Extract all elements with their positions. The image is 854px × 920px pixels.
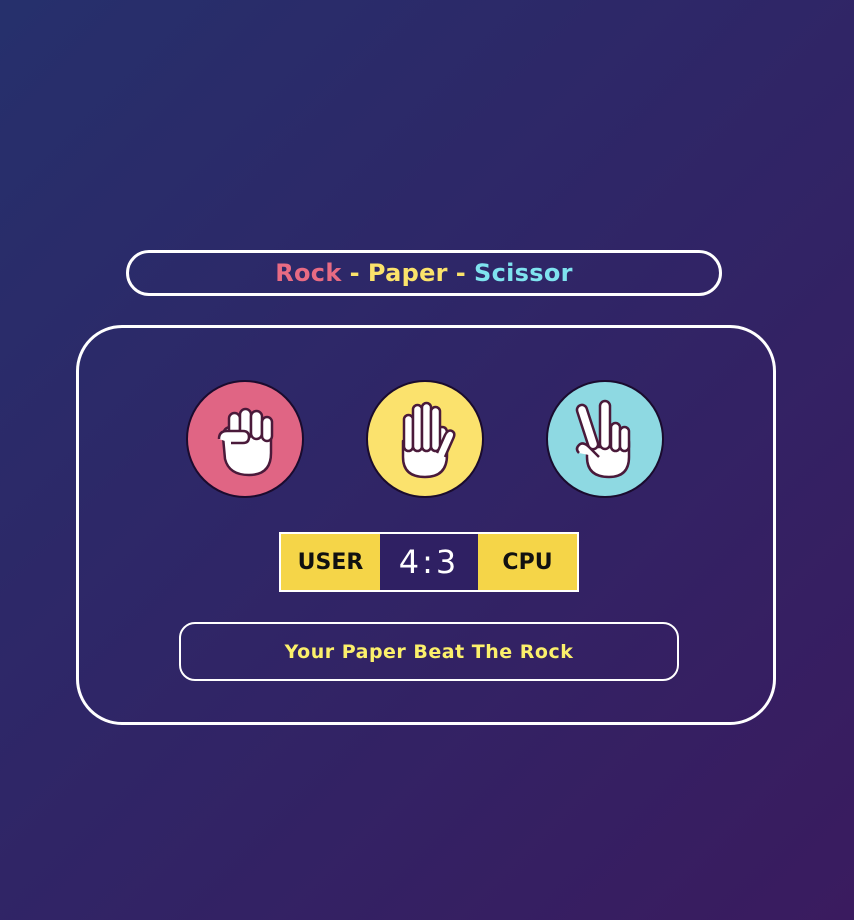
peace-hand-icon xyxy=(575,399,631,479)
paper-button[interactable] xyxy=(366,380,484,498)
open-hand-icon xyxy=(401,401,456,479)
fist-icon xyxy=(217,407,274,477)
title-paper: Paper xyxy=(367,259,448,287)
user-label: USER xyxy=(281,534,380,590)
game-title: Rock - Paper - Scissor xyxy=(126,250,722,296)
scissor-button[interactable] xyxy=(546,380,664,498)
title-scissor: Scissor xyxy=(474,259,573,287)
scoreboard: USER 4:3 CPU xyxy=(279,532,579,592)
title-rock: Rock xyxy=(275,259,342,287)
result-text: Your Paper Beat The Rock xyxy=(284,640,574,663)
score-value: 4:3 xyxy=(380,534,478,590)
title-separator: - xyxy=(349,259,360,287)
cpu-label: CPU xyxy=(478,534,577,590)
title-separator: - xyxy=(455,259,467,287)
result-message: Your Paper Beat The Rock xyxy=(179,622,679,681)
rock-button[interactable] xyxy=(186,380,304,498)
